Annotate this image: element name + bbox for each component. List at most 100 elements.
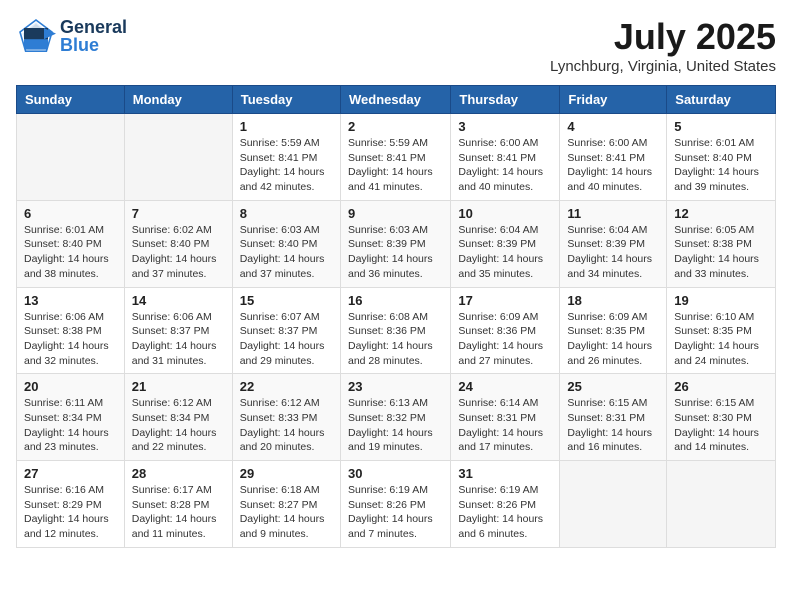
day-number: 31 <box>458 466 552 481</box>
day-info: Sunrise: 6:04 AM Sunset: 8:39 PM Dayligh… <box>567 223 659 282</box>
day-info: Sunrise: 6:19 AM Sunset: 8:26 PM Dayligh… <box>458 483 552 542</box>
day-info: Sunrise: 6:11 AM Sunset: 8:34 PM Dayligh… <box>24 396 117 455</box>
day-number: 1 <box>240 119 333 134</box>
calendar-cell <box>124 114 232 201</box>
calendar-cell: 12Sunrise: 6:05 AM Sunset: 8:38 PM Dayli… <box>667 200 776 287</box>
day-info: Sunrise: 6:12 AM Sunset: 8:33 PM Dayligh… <box>240 396 333 455</box>
calendar-cell: 5 Sunrise: 6:01 AM Sunset: 8:40 PM Daylig… <box>667 114 776 201</box>
day-info: Sunrise: 6:16 AM Sunset: 8:29 PM Dayligh… <box>24 483 117 542</box>
weekday-header-tuesday: Tuesday <box>232 86 340 114</box>
calendar-cell <box>560 461 667 548</box>
day-number: 4 <box>567 119 659 134</box>
calendar-cell: 2Sunrise: 5:59 AM Sunset: 8:41 PM Daylig… <box>340 114 450 201</box>
day-number: 26 <box>674 379 768 394</box>
calendar-week-row: 13 Sunrise: 6:06 AM Sunset: 8:38 PM Dayli… <box>17 287 776 374</box>
day-number: 5 <box>674 119 768 134</box>
day-number: 16 <box>348 293 443 308</box>
calendar-cell: 10 Sunrise: 6:04 AM Sunset: 8:39 PM Dayli… <box>451 200 560 287</box>
logo-blue-text: Blue <box>60 36 127 54</box>
weekday-header-thursday: Thursday <box>451 86 560 114</box>
calendar-cell: 13 Sunrise: 6:06 AM Sunset: 8:38 PM Dayli… <box>17 287 125 374</box>
day-number: 29 <box>240 466 333 481</box>
day-number: 21 <box>132 379 225 394</box>
day-number: 19 <box>674 293 768 308</box>
calendar-table: SundayMondayTuesdayWednesdayThursdayFrid… <box>16 85 776 548</box>
day-number: 18 <box>567 293 659 308</box>
day-number: 30 <box>348 466 443 481</box>
logo-text: General Blue <box>60 18 127 54</box>
day-info: Sunrise: 6:06 AM Sunset: 8:37 PM Dayligh… <box>132 310 225 369</box>
day-info: Sunrise: 5:59 AM Sunset: 8:41 PM Dayligh… <box>240 136 333 195</box>
location-text: Lynchburg, Virginia, United States <box>550 58 776 75</box>
calendar-week-row: 6Sunrise: 6:01 AM Sunset: 8:40 PM Daylig… <box>17 200 776 287</box>
calendar-cell: 29 Sunrise: 6:18 AM Sunset: 8:27 PM Dayli… <box>232 461 340 548</box>
calendar-cell: 8 Sunrise: 6:03 AM Sunset: 8:40 PM Daylig… <box>232 200 340 287</box>
day-info: Sunrise: 6:17 AM Sunset: 8:28 PM Dayligh… <box>132 483 225 542</box>
calendar-cell: 7Sunrise: 6:02 AM Sunset: 8:40 PM Daylig… <box>124 200 232 287</box>
day-number: 23 <box>348 379 443 394</box>
day-number: 17 <box>458 293 552 308</box>
calendar-cell: 28 Sunrise: 6:17 AM Sunset: 8:28 PM Dayli… <box>124 461 232 548</box>
day-info: Sunrise: 6:10 AM Sunset: 8:35 PM Dayligh… <box>674 310 768 369</box>
day-info: Sunrise: 6:09 AM Sunset: 8:35 PM Dayligh… <box>567 310 659 369</box>
calendar-cell <box>17 114 125 201</box>
calendar-cell: 25 Sunrise: 6:15 AM Sunset: 8:31 PM Dayli… <box>560 374 667 461</box>
calendar-week-row: 27 Sunrise: 6:16 AM Sunset: 8:29 PM Dayli… <box>17 461 776 548</box>
calendar-cell: 3 Sunrise: 6:00 AM Sunset: 8:41 PM Daylig… <box>451 114 560 201</box>
calendar-cell: 23 Sunrise: 6:13 AM Sunset: 8:32 PM Dayli… <box>340 374 450 461</box>
day-number: 25 <box>567 379 659 394</box>
day-info: Sunrise: 6:03 AM Sunset: 8:40 PM Dayligh… <box>240 223 333 282</box>
calendar-cell: 4Sunrise: 6:00 AM Sunset: 8:41 PM Daylig… <box>560 114 667 201</box>
day-info: Sunrise: 6:13 AM Sunset: 8:32 PM Dayligh… <box>348 396 443 455</box>
calendar-cell: 14Sunrise: 6:06 AM Sunset: 8:37 PM Dayli… <box>124 287 232 374</box>
calendar-cell <box>667 461 776 548</box>
day-info: Sunrise: 6:01 AM Sunset: 8:40 PM Dayligh… <box>674 136 768 195</box>
day-number: 22 <box>240 379 333 394</box>
calendar-cell: 16 Sunrise: 6:08 AM Sunset: 8:36 PM Dayli… <box>340 287 450 374</box>
calendar-cell: 27 Sunrise: 6:16 AM Sunset: 8:29 PM Dayli… <box>17 461 125 548</box>
day-info: Sunrise: 6:05 AM Sunset: 8:38 PM Dayligh… <box>674 223 768 282</box>
month-title: July 2025 <box>550 16 776 58</box>
day-number: 7 <box>132 206 225 221</box>
day-number: 8 <box>240 206 333 221</box>
calendar-cell: 11 Sunrise: 6:04 AM Sunset: 8:39 PM Dayli… <box>560 200 667 287</box>
logo: General Blue <box>16 16 127 56</box>
day-info: Sunrise: 6:00 AM Sunset: 8:41 PM Dayligh… <box>458 136 552 195</box>
day-number: 9 <box>348 206 443 221</box>
day-info: Sunrise: 6:15 AM Sunset: 8:31 PM Dayligh… <box>567 396 659 455</box>
calendar-cell: 9 Sunrise: 6:03 AM Sunset: 8:39 PM Daylig… <box>340 200 450 287</box>
calendar-cell: 19 Sunrise: 6:10 AM Sunset: 8:35 PM Dayli… <box>667 287 776 374</box>
day-number: 28 <box>132 466 225 481</box>
calendar-cell: 21 Sunrise: 6:12 AM Sunset: 8:34 PM Dayli… <box>124 374 232 461</box>
calendar-cell: 17 Sunrise: 6:09 AM Sunset: 8:36 PM Dayli… <box>451 287 560 374</box>
day-info: Sunrise: 6:09 AM Sunset: 8:36 PM Dayligh… <box>458 310 552 369</box>
day-number: 11 <box>567 206 659 221</box>
day-info: Sunrise: 6:06 AM Sunset: 8:38 PM Dayligh… <box>24 310 117 369</box>
day-info: Sunrise: 6:07 AM Sunset: 8:37 PM Dayligh… <box>240 310 333 369</box>
calendar-week-row: 20 Sunrise: 6:11 AM Sunset: 8:34 PM Dayli… <box>17 374 776 461</box>
day-info: Sunrise: 6:03 AM Sunset: 8:39 PM Dayligh… <box>348 223 443 282</box>
day-number: 13 <box>24 293 117 308</box>
day-number: 15 <box>240 293 333 308</box>
calendar-cell: 26 Sunrise: 6:15 AM Sunset: 8:30 PM Dayli… <box>667 374 776 461</box>
day-number: 20 <box>24 379 117 394</box>
title-block: July 2025 Lynchburg, Virginia, United St… <box>550 16 776 75</box>
day-number: 27 <box>24 466 117 481</box>
day-number: 2 <box>348 119 443 134</box>
weekday-header-saturday: Saturday <box>667 86 776 114</box>
calendar-cell: 15 Sunrise: 6:07 AM Sunset: 8:37 PM Dayli… <box>232 287 340 374</box>
day-info: Sunrise: 6:18 AM Sunset: 8:27 PM Dayligh… <box>240 483 333 542</box>
day-number: 10 <box>458 206 552 221</box>
weekday-header-wednesday: Wednesday <box>340 86 450 114</box>
calendar-cell: 1 Sunrise: 5:59 AM Sunset: 8:41 PM Daylig… <box>232 114 340 201</box>
day-info: Sunrise: 6:14 AM Sunset: 8:31 PM Dayligh… <box>458 396 552 455</box>
day-info: Sunrise: 6:19 AM Sunset: 8:26 PM Dayligh… <box>348 483 443 542</box>
day-info: Sunrise: 6:04 AM Sunset: 8:39 PM Dayligh… <box>458 223 552 282</box>
day-info: Sunrise: 6:08 AM Sunset: 8:36 PM Dayligh… <box>348 310 443 369</box>
day-info: Sunrise: 6:12 AM Sunset: 8:34 PM Dayligh… <box>132 396 225 455</box>
day-info: Sunrise: 6:15 AM Sunset: 8:30 PM Dayligh… <box>674 396 768 455</box>
calendar-cell: 20 Sunrise: 6:11 AM Sunset: 8:34 PM Dayli… <box>17 374 125 461</box>
day-number: 3 <box>458 119 552 134</box>
calendar-cell: 24Sunrise: 6:14 AM Sunset: 8:31 PM Dayli… <box>451 374 560 461</box>
calendar-cell: 30 Sunrise: 6:19 AM Sunset: 8:26 PM Dayli… <box>340 461 450 548</box>
